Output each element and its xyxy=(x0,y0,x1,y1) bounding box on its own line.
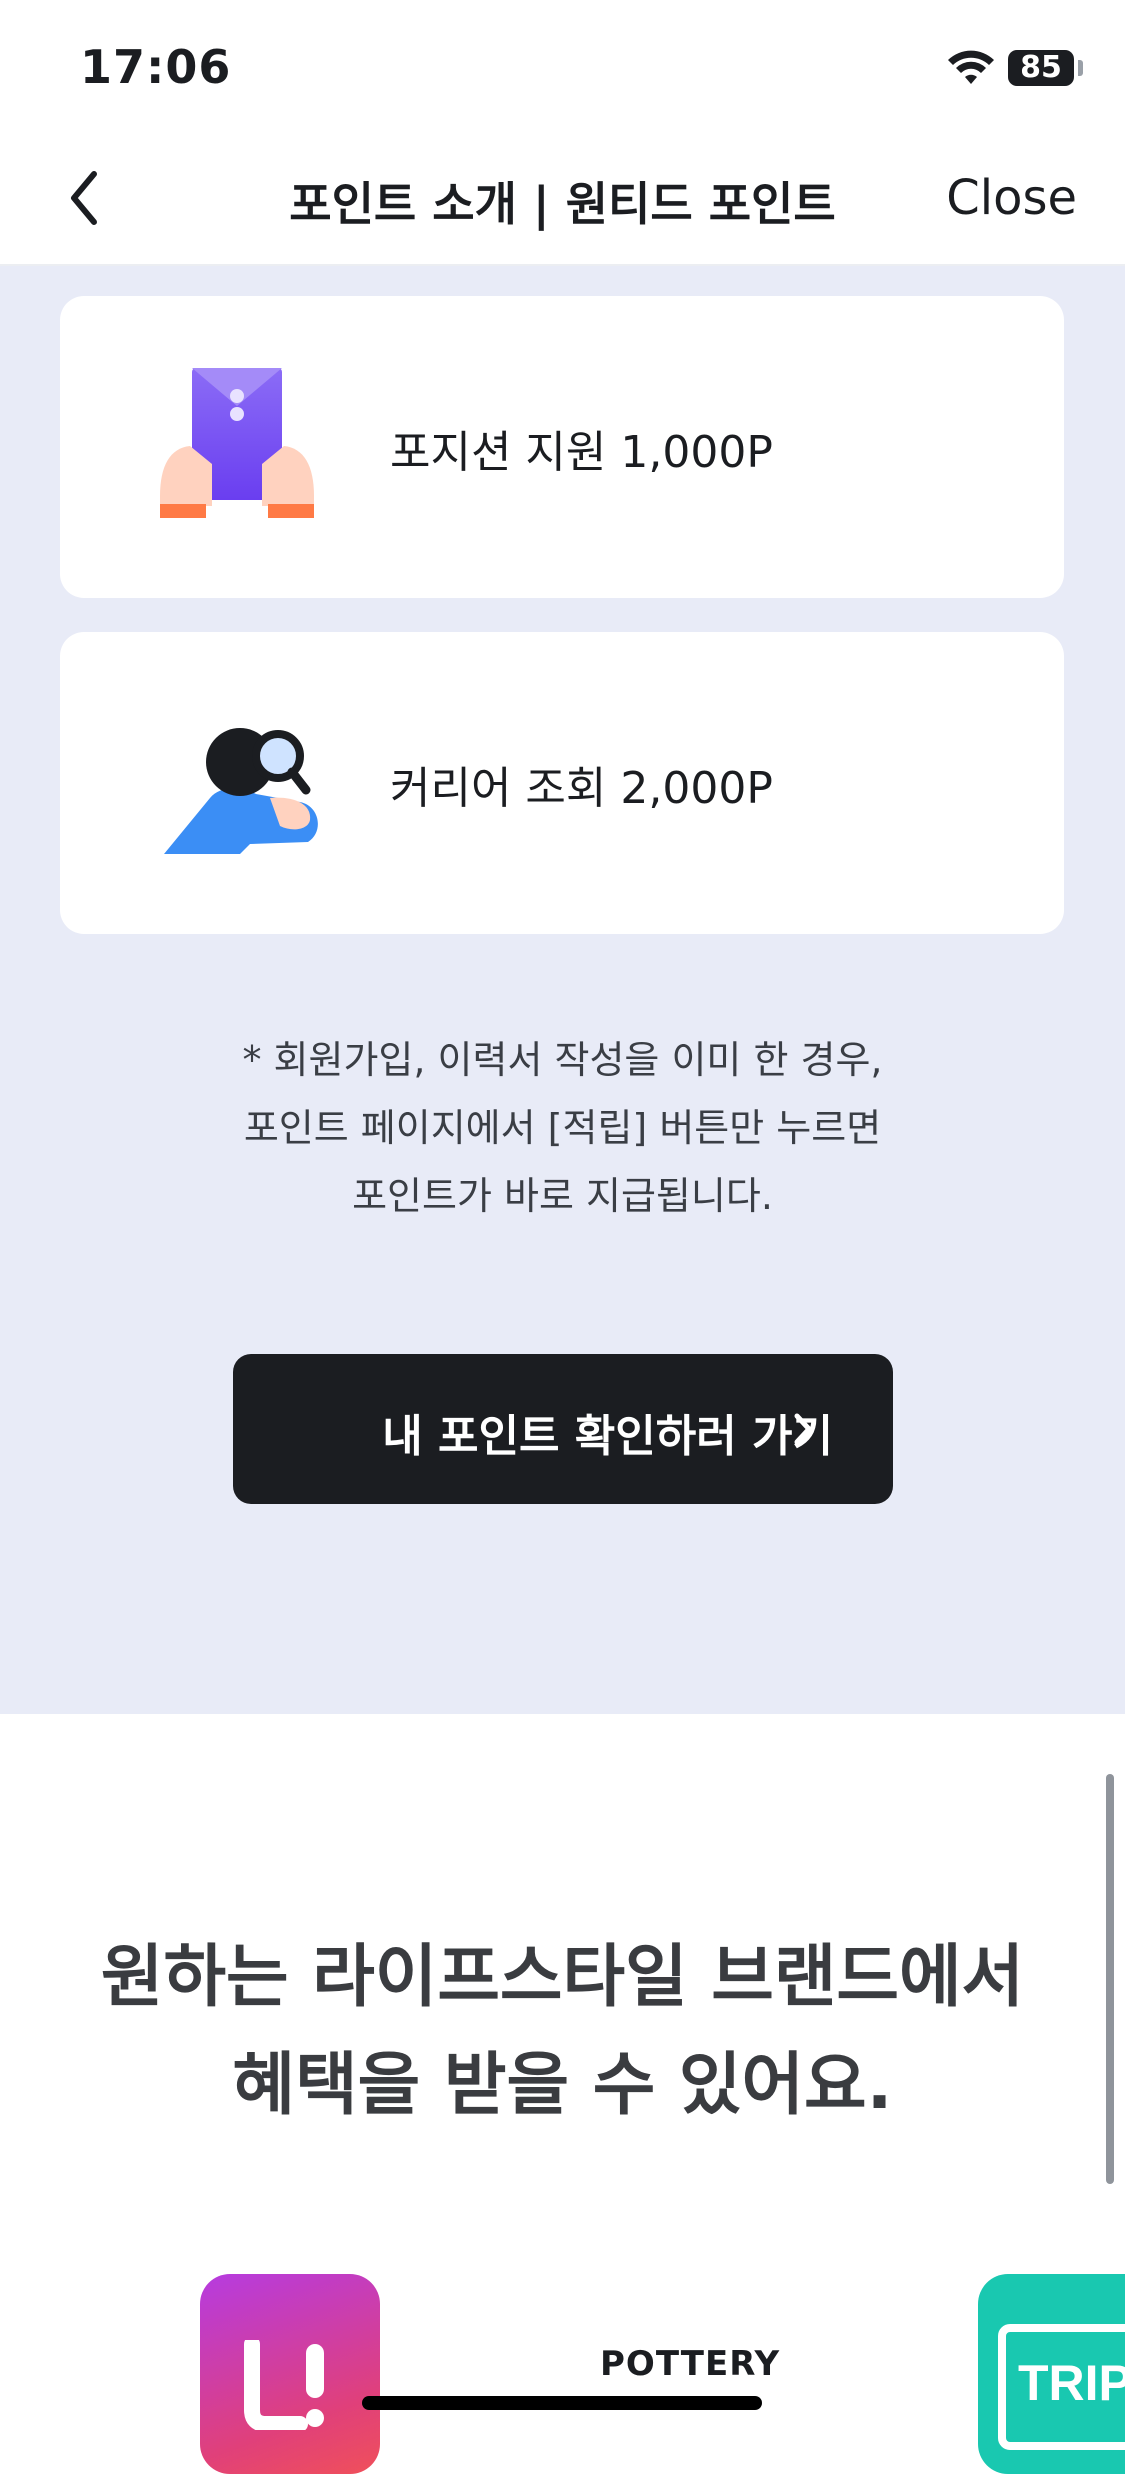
chevron-right-icon xyxy=(794,1413,812,1445)
points-section: 포지션 지원 1,000P 커리어 조회 2,000P * 회원가입, 이력서 … xyxy=(0,266,1125,1714)
battery-tip xyxy=(1078,60,1083,76)
points-note: * 회원가입, 이력서 작성을 이미 한 경우, 포인트 페이지에서 [적립] … xyxy=(0,1026,1125,1230)
close-button[interactable]: Close xyxy=(946,170,1077,226)
status-bar: 17:06 85 xyxy=(0,0,1125,132)
home-indicator[interactable] xyxy=(362,2396,762,2410)
brand-l-logo[interactable] xyxy=(200,2274,380,2474)
nav-bar: 포인트 소개 | 원티드 포인트 Close xyxy=(0,132,1125,266)
headline-line: 원하는 라이프스타일 브랜드에서 xyxy=(100,1938,1025,2017)
note-line: * 회원가입, 이력서 작성을 이미 한 경우, xyxy=(242,1038,883,1082)
reward-card-apply: 포지션 지원 1,000P xyxy=(60,296,1064,598)
brand-trip-logo[interactable]: TRIP xyxy=(978,2274,1125,2474)
reward-card-career: 커리어 조회 2,000P xyxy=(60,632,1064,934)
note-line: 포인트가 바로 지급됩니다. xyxy=(352,1174,773,1218)
check-points-button[interactable]: 내 포인트 확인하러 가기 xyxy=(233,1354,893,1504)
career-search-icon xyxy=(164,728,318,854)
reward-label-apply: 포지션 지원 1,000P xyxy=(390,427,773,478)
cta-label: 내 포인트 확인하러 가기 xyxy=(382,1411,833,1462)
scrollbar[interactable] xyxy=(1106,1774,1114,2184)
brand-pottery[interactable]: POTTERY xyxy=(600,2344,780,2384)
wifi-icon xyxy=(948,50,994,84)
headline-line: 혜택을 받을 수 있어요. xyxy=(232,2046,893,2125)
envelope-hands-icon xyxy=(160,368,314,518)
status-time: 17:06 xyxy=(80,40,232,94)
brand-l-glyph xyxy=(244,2340,324,2430)
lifestyle-headline: 원하는 라이프스타일 브랜드에서 혜택을 받을 수 있어요. xyxy=(0,1924,1125,2140)
battery-icon: 85 xyxy=(1008,50,1074,86)
lifestyle-section: 원하는 라이프스타일 브랜드에서 혜택을 받을 수 있어요. POTTERY T… xyxy=(0,1714,1125,2474)
reward-label-career: 커리어 조회 2,000P xyxy=(390,763,773,814)
brand-trip-label: TRIP xyxy=(1018,2355,1125,2411)
note-line: 포인트 페이지에서 [적립] 버튼만 누르면 xyxy=(243,1106,882,1150)
